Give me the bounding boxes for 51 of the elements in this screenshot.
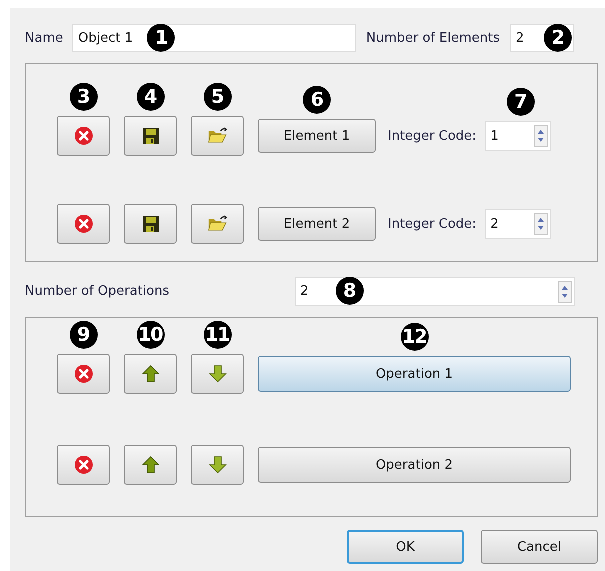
callout-number: 6 <box>303 86 331 114</box>
callout-number: 5 <box>204 83 232 111</box>
remove-icon <box>74 214 94 234</box>
spin-arrows-icon[interactable] <box>558 280 572 302</box>
callout-number: 10 <box>136 321 164 349</box>
remove-button[interactable] <box>57 204 110 244</box>
integer-code-label: Integer Code: <box>388 128 477 144</box>
ok-button[interactable]: OK <box>347 530 464 564</box>
open-button[interactable] <box>191 204 244 244</box>
integer-code-label: Integer Code: <box>388 216 477 232</box>
save-button[interactable] <box>124 204 177 244</box>
move-up-button[interactable] <box>124 354 177 394</box>
integer-code-field[interactable]: 2 <box>484 209 551 239</box>
element-button[interactable]: Element 2 <box>258 207 376 241</box>
name-field[interactable]: Object 1 1 <box>72 24 356 52</box>
callout-number: 1 <box>147 24 176 52</box>
operation-button[interactable]: Operation 1 <box>258 356 571 392</box>
callout-number: 9 <box>70 321 98 349</box>
move-down-button[interactable] <box>191 445 244 485</box>
remove-icon <box>74 364 94 384</box>
element-count-label: Number of Elements <box>366 30 500 46</box>
down-arrow-icon <box>208 364 228 384</box>
spin-arrows-icon[interactable] <box>534 125 548 147</box>
callout-number: 11 <box>204 321 232 349</box>
spin-arrows-icon[interactable] <box>534 213 548 235</box>
element-button[interactable]: Element 1 <box>258 119 376 153</box>
element-count-field[interactable]: 2 2 <box>510 24 574 52</box>
callout-number: 3 <box>70 83 98 111</box>
save-button[interactable] <box>124 116 177 156</box>
operation-count-label: Number of Operations <box>25 284 170 299</box>
remove-icon <box>74 455 94 475</box>
remove-button[interactable] <box>57 445 110 485</box>
operation-button[interactable]: Operation 2 <box>258 447 571 483</box>
callout-number: 8 <box>336 277 364 305</box>
callout-number: 12 <box>400 323 428 351</box>
remove-button[interactable] <box>57 116 110 156</box>
up-arrow-icon <box>140 455 160 475</box>
move-up-button[interactable] <box>124 445 177 485</box>
integer-code-field[interactable]: 1 <box>484 121 551 151</box>
callout-number: 2 <box>544 24 572 52</box>
cancel-button[interactable]: Cancel <box>481 530 598 564</box>
callout-number: 4 <box>136 83 164 111</box>
down-arrow-icon <box>208 455 228 475</box>
remove-button[interactable] <box>57 354 110 394</box>
up-arrow-icon <box>140 364 160 384</box>
move-down-button[interactable] <box>191 354 244 394</box>
remove-icon <box>74 126 94 146</box>
operation-count-field[interactable]: 2 8 <box>294 277 574 306</box>
open-button[interactable] <box>191 116 244 156</box>
name-label: Name <box>25 30 64 46</box>
callout-number: 7 <box>506 88 535 116</box>
